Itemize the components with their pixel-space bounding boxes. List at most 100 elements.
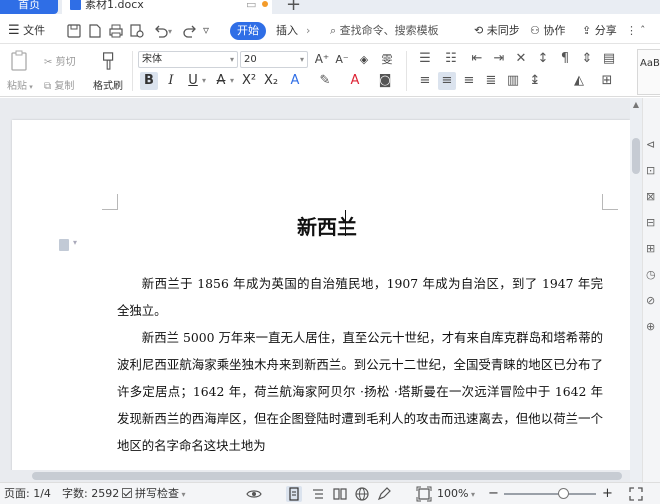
align-left-icon[interactable]: ≡	[416, 72, 434, 90]
more-options-icon[interactable]: ⋮	[626, 22, 637, 40]
tab-insert[interactable]: 插入	[276, 22, 298, 40]
search-icon: ⌕	[330, 24, 337, 37]
eye-protection-icon[interactable]	[246, 486, 262, 502]
distribute-icon[interactable]: ▥	[504, 72, 522, 90]
paragraph[interactable]: 新西兰于 1856 年成为英国的自治殖民地，1907 年成为自治区，到了 194…	[117, 270, 603, 324]
align-center-icon[interactable]: ≡	[438, 72, 456, 90]
superscript-button[interactable]: X²	[240, 72, 258, 90]
underline-dropdown-icon[interactable]: ▾	[200, 72, 208, 90]
undo-icon[interactable]	[153, 23, 169, 39]
paragraph-handle-icon[interactable]	[59, 239, 69, 251]
char-border-icon[interactable]: ◙	[376, 72, 394, 90]
style-gallery[interactable]: AaBb	[637, 49, 660, 95]
redo-icon[interactable]	[182, 23, 198, 39]
chevron-down-icon: ▾	[229, 55, 234, 64]
paste-icon[interactable]	[8, 49, 30, 73]
bullet-list-icon[interactable]: ☰	[416, 50, 434, 68]
word-count[interactable]: 字数: 2592	[62, 486, 119, 502]
show-marks-icon[interactable]: ¶	[556, 50, 574, 68]
collab-button[interactable]: ⚇ 协作	[530, 22, 565, 40]
paste-button[interactable]: 粘贴 ▾	[7, 77, 33, 92]
print-preview-icon[interactable]	[129, 23, 145, 39]
print-icon[interactable]	[108, 23, 124, 39]
align-right-icon[interactable]: ≡	[460, 72, 478, 90]
page-view-icon[interactable]	[286, 486, 302, 502]
document-body[interactable]: 新西兰于 1856 年成为英国的自治殖民地，1907 年成为自治区，到了 194…	[117, 270, 603, 459]
format-painter-label[interactable]: 格式刷	[93, 77, 123, 92]
tab-home[interactable]: 首页	[0, 0, 58, 14]
file-menu-label: 文件	[23, 24, 46, 37]
borders-icon[interactable]: ⊞	[598, 72, 616, 90]
new-tab-button[interactable]: +	[286, 0, 301, 14]
horizontal-scrollbar-thumb[interactable]	[32, 472, 622, 480]
fullscreen-icon[interactable]	[628, 486, 644, 502]
scroll-up-icon[interactable]: ▲	[630, 100, 642, 109]
spell-check-toggle[interactable]: 拼写检查 ▾	[122, 486, 186, 503]
side-tool-icon[interactable]: ⊕	[646, 320, 655, 333]
shading-icon[interactable]: ◭	[570, 72, 588, 90]
side-tool-icon[interactable]: ⊲	[646, 138, 655, 151]
horizontal-scrollbar[interactable]	[0, 470, 630, 482]
zoom-out-button[interactable]: −	[488, 486, 499, 502]
text-effect-icon[interactable]: A	[286, 72, 304, 90]
strikethrough-dropdown-icon[interactable]: ▾	[228, 72, 236, 90]
zoom-slider[interactable]	[504, 493, 596, 495]
tab-start[interactable]: 开始	[230, 22, 266, 40]
side-tool-icon[interactable]: ⊘	[646, 294, 655, 307]
fit-page-icon[interactable]	[416, 486, 432, 502]
pen-icon[interactable]	[376, 486, 392, 502]
monitor-icon[interactable]: ▭	[246, 0, 256, 14]
side-tool-icon[interactable]: ⊠	[646, 190, 655, 203]
grow-font-icon[interactable]: A⁺	[314, 51, 330, 67]
save-icon[interactable]	[66, 23, 82, 39]
increase-indent-icon[interactable]: ⇥	[490, 50, 508, 68]
bold-button[interactable]: B	[140, 72, 158, 90]
share-button[interactable]: ⇪ 分享	[582, 22, 617, 40]
tab-document[interactable]: 素材1.docx ▭	[62, 0, 272, 14]
copy-button[interactable]: ⧉ 复制	[44, 77, 74, 92]
document-page[interactable]: ▾ 新西兰 新西兰于 1856 年成为英国的自治殖民地，1907 年成为自治区，…	[12, 120, 630, 482]
collapse-ribbon-icon[interactable]: ˆ	[640, 22, 646, 40]
justify-icon[interactable]: ≣	[482, 72, 500, 90]
page-indicator[interactable]: 页面: 1/4	[4, 486, 51, 502]
italic-button[interactable]: I	[162, 72, 180, 90]
undo-dropdown-icon[interactable]: ▾	[168, 23, 176, 39]
side-tool-icon[interactable]: ⊟	[646, 216, 655, 229]
side-tool-icon[interactable]: ⊞	[646, 242, 655, 255]
zoom-level[interactable]: 100% ▾	[437, 486, 475, 503]
vertical-scrollbar-thumb[interactable]	[632, 138, 640, 174]
clear-format-icon[interactable]: ◈	[356, 51, 372, 67]
ruler-icon[interactable]: ▤	[600, 50, 618, 68]
pinyin-guide-icon[interactable]: 雯	[378, 51, 396, 67]
line-spacing-menu-icon[interactable]: ↨	[526, 72, 544, 90]
font-color-icon[interactable]: A	[346, 72, 364, 90]
format-painter-icon[interactable]	[99, 49, 119, 73]
menu-scroll-right-icon[interactable]: ›	[306, 22, 310, 40]
sort-icon[interactable]: ↕	[534, 50, 552, 68]
more-icon[interactable]: ▿	[203, 23, 217, 39]
paragraph[interactable]: 新西兰 5000 万年来一直无人居住，直至公元十世纪，才有来自库克群岛和塔希蒂的…	[117, 324, 603, 459]
highlight-icon[interactable]: ✎	[316, 72, 334, 90]
font-size-select[interactable]: 20 ▾	[240, 51, 308, 68]
cut-button[interactable]: ✂ 剪切	[44, 53, 76, 68]
file-menu[interactable]: ☰ 文件	[8, 22, 45, 40]
zoom-in-button[interactable]: +	[602, 486, 613, 502]
reading-view-icon[interactable]	[332, 486, 348, 502]
zoom-slider-handle[interactable]	[558, 488, 569, 499]
decrease-indent-icon[interactable]: ⇤	[468, 50, 486, 68]
chinese-layout-icon[interactable]: ✕	[512, 50, 530, 68]
side-tool-icon[interactable]: ⊡	[646, 164, 655, 177]
font-name-select[interactable]: 宋体 ▾	[138, 51, 238, 68]
sync-status[interactable]: ⟲ 未同步	[474, 22, 520, 40]
document-title[interactable]: 新西兰	[12, 211, 630, 240]
web-view-icon[interactable]	[354, 486, 370, 502]
command-search[interactable]: ⌕ 查找命令、搜索模板	[330, 22, 439, 40]
shrink-font-icon[interactable]: A⁻	[334, 51, 350, 67]
export-pdf-icon[interactable]	[87, 23, 103, 39]
side-tool-icon[interactable]: ◷	[646, 268, 656, 281]
outline-view-icon[interactable]	[310, 486, 326, 502]
line-spacing-icon[interactable]: ⇕	[578, 50, 596, 68]
numbered-list-icon[interactable]: ☷	[442, 50, 460, 68]
search-placeholder: 查找命令、搜索模板	[339, 24, 439, 37]
subscript-button[interactable]: X₂	[262, 72, 280, 90]
